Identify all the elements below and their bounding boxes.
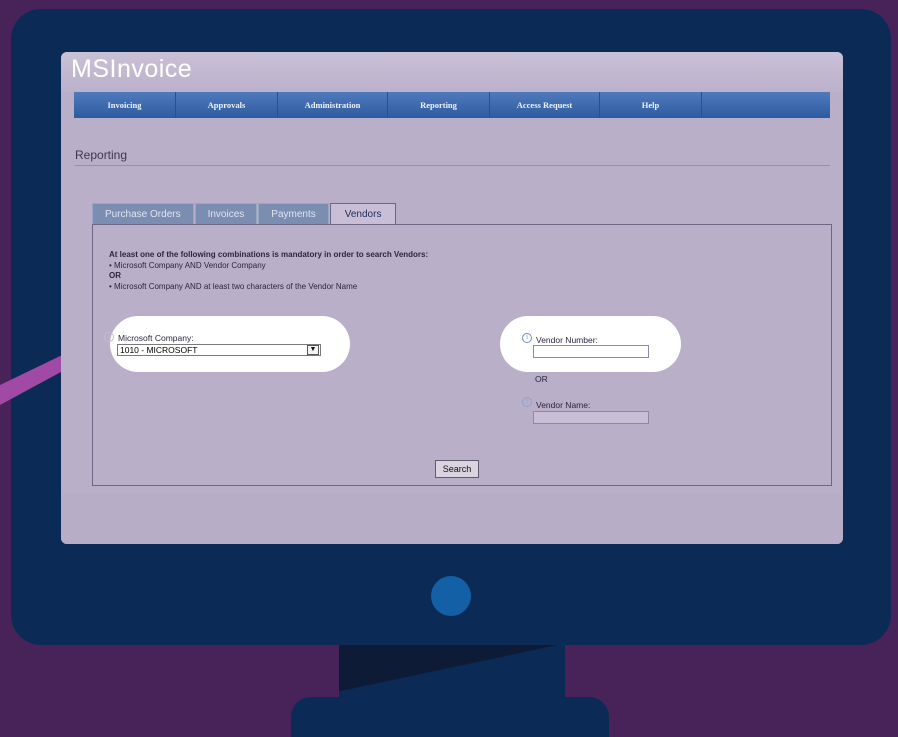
nav-approvals[interactable]: Approvals — [176, 92, 278, 118]
footer-band — [61, 494, 843, 544]
nav-help[interactable]: Help — [600, 92, 702, 118]
title-divider — [75, 165, 830, 166]
vendor-number-label: Vendor Number: — [536, 335, 598, 345]
nav-invoicing[interactable]: Invoicing — [74, 92, 176, 118]
app-title: MSInvoice — [71, 55, 193, 83]
instructions-heading: At least one of the following combinatio… — [109, 250, 429, 259]
instructions-line-2: • Microsoft Company AND at least two cha… — [109, 281, 358, 291]
nav-reporting[interactable]: Reporting — [388, 92, 490, 118]
monitor-stand-base — [291, 697, 609, 737]
tab-payments[interactable]: Payments — [258, 203, 329, 224]
report-tabs: Purchase Orders Invoices Payments Vendor… — [92, 203, 397, 225]
vendor-number-input[interactable] — [533, 345, 649, 358]
company-info-icon[interactable]: i — [104, 332, 114, 342]
vendor-number-info-icon[interactable]: i — [522, 333, 532, 343]
tab-purchase-orders[interactable]: Purchase Orders — [92, 203, 194, 224]
tab-vendors[interactable]: Vendors — [329, 203, 397, 225]
or-separator: OR — [535, 374, 548, 384]
company-label: Microsoft Company: — [118, 333, 194, 343]
company-select-value: 1010 - MICROSOFT — [120, 345, 198, 355]
search-instructions: At least one of the following combinatio… — [109, 250, 428, 292]
main-nav: Invoicing Approvals Administration Repor… — [74, 92, 830, 118]
search-button[interactable]: Search — [435, 460, 479, 478]
vendor-name-info-icon[interactable]: i — [522, 397, 532, 407]
nav-administration[interactable]: Administration — [278, 92, 388, 118]
nav-access-request[interactable]: Access Request — [490, 92, 600, 118]
vendor-name-input[interactable] — [533, 411, 649, 424]
tab-invoices[interactable]: Invoices — [194, 203, 258, 224]
company-select[interactable]: 1010 - MICROSOFT ▼ — [117, 344, 321, 356]
monitor-stand-neck — [339, 645, 565, 699]
chevron-down-icon[interactable]: ▼ — [307, 345, 319, 355]
page-title: Reporting — [75, 148, 128, 162]
stand-shadow — [339, 645, 565, 699]
power-button-icon — [431, 576, 471, 616]
vendor-name-label: Vendor Name: — [536, 400, 591, 410]
instructions-line-1: • Microsoft Company AND Vendor Company — [109, 260, 266, 270]
instructions-or: OR — [109, 271, 121, 280]
